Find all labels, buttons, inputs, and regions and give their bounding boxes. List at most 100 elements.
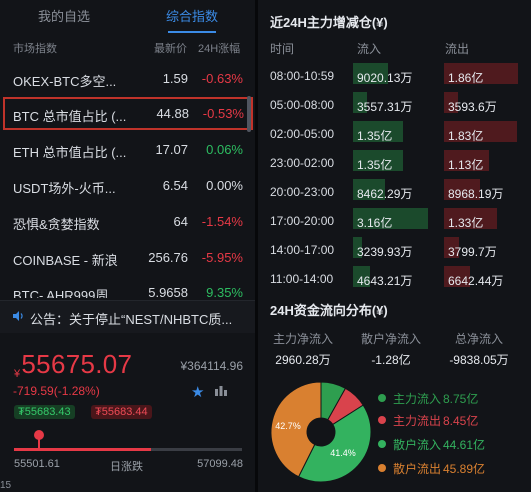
column-header-price[interactable]: 最新价 xyxy=(154,40,187,56)
inflow-value: 1.35亿 xyxy=(357,158,393,172)
flow-row: 23:00-02:00 1.35亿 1.13亿 xyxy=(258,150,531,176)
index-row[interactable]: BTC 总市值占比 (... 44.88 -0.53% xyxy=(3,97,253,130)
flow-row: 02:00-05:00 1.35亿 1.83亿 xyxy=(258,121,531,147)
tab-bar: 我的自选 综合指数 xyxy=(0,0,255,34)
outflow-value: 6642.44万 xyxy=(448,274,504,288)
currency-symbol: ¥ xyxy=(14,368,21,380)
flow-row: 11:00-14:00 4643.21万 6642.44万 xyxy=(258,266,531,292)
outflow-value: 3593.6万 xyxy=(448,100,497,114)
pie-percent-label: 41.4% xyxy=(330,448,356,458)
index-change: -0.63% xyxy=(201,71,243,86)
pie-percent-label: 42.7% xyxy=(275,421,301,431)
announcement-text: 公告：关于停止“NEST/NHBTC质... xyxy=(30,312,233,327)
tab-composite-index[interactable]: 综合指数 xyxy=(128,0,256,34)
index-change: -5.95% xyxy=(201,250,243,265)
price-change: -719.59(-1.28%) xyxy=(13,384,100,398)
capital-flow-panel: 近24H主力增减仓(¥) 时间 流入 流出 08:00-10:59 9020.13… xyxy=(258,0,531,492)
ask-price-badge: ₮55683.44 xyxy=(91,405,152,419)
index-row[interactable]: OKEX-BTC多空... 1.59 -0.63% xyxy=(0,62,255,95)
flow-time: 11:00-14:00 xyxy=(270,272,334,286)
outflow-value: 1.13亿 xyxy=(448,158,484,172)
outflow-value: 1.33亿 xyxy=(448,216,484,230)
daily-low: 55501.61 xyxy=(14,458,60,470)
flow-time: 23:00-02:00 xyxy=(270,156,335,170)
daily-range-marker xyxy=(34,430,44,440)
outflow-value: 8968.19万 xyxy=(448,187,504,201)
daily-high: 57099.48 xyxy=(197,458,243,470)
index-price: 256.76 xyxy=(148,250,188,265)
index-change: -1.54% xyxy=(201,214,243,229)
list-scrollbar[interactable] xyxy=(247,96,251,132)
index-name: 恐惧&贪婪指数 xyxy=(13,217,100,232)
inflow-value: 1.35亿 xyxy=(357,129,393,143)
inflow-value: 8462.29万 xyxy=(357,187,413,201)
index-price: 17.07 xyxy=(155,142,188,157)
index-name: OKEX-BTC多空... xyxy=(13,74,117,89)
converted-price: ¥364114.96 xyxy=(180,359,243,373)
outflow-value: 1.86亿 xyxy=(448,71,484,85)
active-tab-indicator xyxy=(168,31,216,33)
inflow-value: 3239.93万 xyxy=(357,245,413,259)
index-change: 0.00% xyxy=(206,178,243,193)
inflow-value: 4643.21万 xyxy=(357,274,413,288)
flow-row: 08:00-10:59 9020.13万 1.86亿 xyxy=(258,63,531,89)
index-row[interactable]: ETH 总市值占比 (... 17.07 0.06% xyxy=(0,133,255,166)
last-price: ¥55675.07 xyxy=(14,349,132,380)
flow-donut-chart: 42.7% 41.4% xyxy=(266,377,376,487)
daily-range-label: 日涨跌 xyxy=(110,461,143,473)
flow-time: 17:00-20:00 xyxy=(270,214,335,228)
tab-watchlist[interactable]: 我的自选 xyxy=(0,0,128,34)
legend-dot xyxy=(378,464,386,472)
column-header-market: 市场指数 xyxy=(13,43,57,55)
corner-number: 15 xyxy=(0,480,12,491)
flow-time: 14:00-17:00 xyxy=(270,243,335,257)
kline-chart-icon[interactable] xyxy=(214,384,228,401)
index-name: ETH 总市值占比 (... xyxy=(13,145,127,160)
legend-value: 45.89亿 xyxy=(443,462,486,476)
inflow-value: 9020.13万 xyxy=(357,71,413,85)
flow-header-outflow: 流出 xyxy=(445,42,470,56)
legend-label: 主力流入 xyxy=(393,392,442,406)
flow-row: 17:00-20:00 3.16亿 1.33亿 xyxy=(258,208,531,234)
inflow-value: 3.16亿 xyxy=(357,216,393,230)
index-change: -0.53% xyxy=(202,106,244,121)
index-name: BTC- AHR999周... xyxy=(13,288,120,298)
net-value-retail: -1.28亿 xyxy=(371,353,411,367)
index-price: 5.9658 xyxy=(148,285,188,298)
net-label-retail: 散户净流入 xyxy=(360,332,421,346)
flow-time: 02:00-05:00 xyxy=(270,127,335,141)
legend-dot xyxy=(378,416,386,424)
announcement-bar[interactable]: 公告：关于停止“NEST/NHBTC质... xyxy=(0,300,255,333)
flow-header-inflow: 流入 xyxy=(357,42,382,56)
flow-header-time: 时间 xyxy=(270,42,295,56)
flow-title: 近24H主力增减仓(¥) xyxy=(270,15,388,30)
index-row[interactable]: USDT场外-火币... 6.54 0.00% xyxy=(0,169,255,202)
flow-time: 05:00-08:00 xyxy=(270,98,335,112)
index-price: 64 xyxy=(173,214,188,229)
index-name: USDT场外-火币... xyxy=(13,181,116,196)
net-label-total: 总净流入 xyxy=(454,332,503,346)
net-label-main: 主力净流入 xyxy=(272,332,333,346)
net-value-total: -9838.05万 xyxy=(449,353,509,367)
index-row[interactable]: BTC- AHR999周... 5.9658 9.35% xyxy=(0,276,255,298)
speaker-icon xyxy=(12,310,24,325)
legend-label: 主力流出 xyxy=(393,414,442,428)
flow-time: 20:00-23:00 xyxy=(270,185,335,199)
outflow-value: 3799.7万 xyxy=(448,245,497,259)
index-row[interactable]: 恐惧&贪婪指数 64 -1.54% xyxy=(0,205,255,238)
legend-label: 散户流入 xyxy=(393,438,442,452)
outflow-value: 1.83亿 xyxy=(448,129,484,143)
last-price-value: 55675.07 xyxy=(21,349,133,379)
flow-row: 14:00-17:00 3239.93万 3799.7万 xyxy=(258,237,531,263)
column-header-change[interactable]: 24H涨幅 xyxy=(198,40,240,56)
market-panel: 我的自选 综合指数 市场指数 最新价 24H涨幅 OKEX-BTC多空... 1.… xyxy=(0,0,255,492)
star-icon[interactable]: ★ xyxy=(191,383,204,401)
index-row[interactable]: COINBASE - 新浪 256.76 -5.95% xyxy=(0,241,255,274)
flow-row: 20:00-23:00 8462.29万 8968.19万 xyxy=(258,179,531,205)
bid-price-badge: ₮55683.43 xyxy=(14,405,75,419)
legend-value: 8.75亿 xyxy=(443,392,479,406)
legend-label: 散户流出 xyxy=(393,462,442,476)
donut-hole xyxy=(307,418,335,446)
distribution-title: 24H资金流向分布(¥) xyxy=(270,303,388,318)
net-value-main: 2960.28万 xyxy=(275,353,331,367)
